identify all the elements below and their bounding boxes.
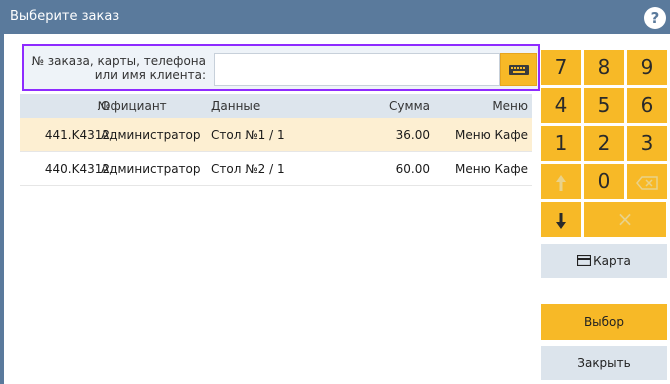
header-waiter[interactable]: Официант [101, 99, 167, 113]
arrow-up-icon [556, 174, 566, 191]
key-2[interactable]: 2 [584, 126, 624, 161]
window-title: Выберите заказ [10, 9, 120, 24]
select-button[interactable]: Выбор [541, 304, 667, 340]
key-3[interactable]: 3 [627, 126, 667, 161]
key-6[interactable]: 6 [627, 88, 667, 123]
cell-sum: 60.00 [395, 162, 430, 176]
card-button[interactable]: Карта [541, 244, 667, 278]
card-button-label: Карта [593, 254, 631, 268]
table-row[interactable]: 441.K4312 Администратор Стол №1 / 1 36.0… [20, 118, 532, 152]
orders-table: № Официант Данные Сумма Меню 441.K4312 А… [20, 94, 532, 380]
keyboard-button[interactable] [500, 53, 537, 86]
clear-key[interactable]: × [584, 202, 666, 237]
cell-waiter: Администратор [101, 162, 201, 176]
card-icon [576, 245, 592, 279]
help-icon[interactable]: ? [644, 7, 666, 29]
key-1[interactable]: 1 [541, 126, 581, 161]
arrow-up-key[interactable] [541, 164, 581, 199]
cell-sum: 36.00 [395, 128, 430, 142]
key-7[interactable]: 7 [541, 50, 581, 85]
header-sum[interactable]: Сумма [389, 99, 430, 113]
key-4[interactable]: 4 [541, 88, 581, 123]
key-8[interactable]: 8 [584, 50, 624, 85]
table-row[interactable]: 440.K4312 Администратор Стол №2 / 1 60.0… [20, 152, 532, 186]
header-menu[interactable]: Меню [492, 99, 528, 113]
search-label-line2: или имя клиента: [94, 68, 206, 82]
key-9[interactable]: 9 [627, 50, 667, 85]
key-0[interactable]: 0 [584, 164, 624, 199]
cell-menu: Меню Кафе [454, 128, 528, 142]
cell-menu: Меню Кафе [454, 162, 528, 176]
backspace-key[interactable] [627, 164, 667, 199]
cell-waiter: Администратор [101, 128, 201, 142]
header-data[interactable]: Данные [211, 99, 260, 113]
search-panel: № заказа, карты, телефона или имя клиент… [22, 44, 540, 91]
search-input[interactable] [214, 53, 500, 86]
search-label-line1: № заказа, карты, телефона [31, 54, 206, 68]
arrow-down-key[interactable] [541, 202, 581, 237]
key-5[interactable]: 5 [584, 88, 624, 123]
close-button[interactable]: Закрыть [541, 346, 667, 380]
search-label: № заказа, карты, телефона или имя клиент… [28, 54, 206, 82]
arrow-down-icon [556, 212, 566, 229]
title-bar: Выберите заказ ? [0, 0, 670, 34]
keyboard-icon [509, 65, 529, 75]
table-header: № Официант Данные Сумма Меню [20, 94, 532, 118]
cell-data: Стол №1 / 1 [211, 128, 285, 142]
backspace-icon [636, 175, 658, 190]
cell-data: Стол №2 / 1 [211, 162, 285, 176]
